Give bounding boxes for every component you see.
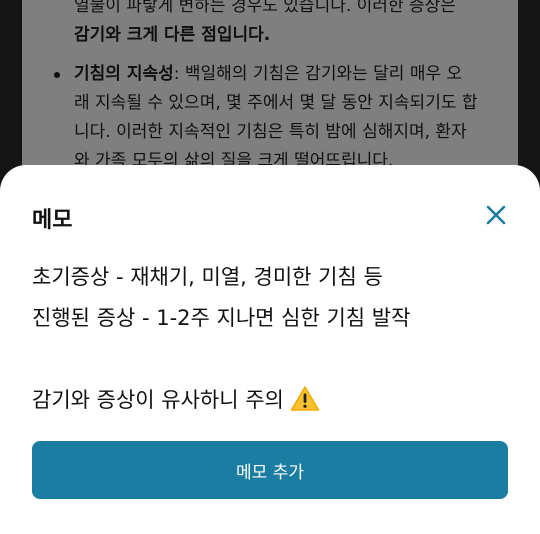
close-icon bbox=[486, 205, 506, 225]
close-button[interactable] bbox=[482, 201, 510, 229]
add-memo-button[interactable]: 메모 추가 bbox=[32, 441, 508, 499]
warning-icon bbox=[290, 385, 320, 426]
memo-line: 진행된 증상 - 1-2주 지나면 심한 기침 발작 bbox=[32, 306, 411, 330]
memo-content: 초기증상 - 재채기, 미열, 경미한 기침 등 진행된 증상 - 1-2주 지… bbox=[32, 257, 512, 426]
memo-blank-line bbox=[32, 339, 512, 380]
memo-warning-text: 감기와 증상이 유사하니 주의 bbox=[32, 388, 284, 412]
memo-warning-line: 감기와 증상이 유사하니 주의 bbox=[32, 380, 512, 426]
screen: 열물이 파랗게 변하는 경우도 있습니다. 이러한 증상은 감기와 크게 다른 … bbox=[0, 0, 540, 534]
memo-line: 초기증상 - 재채기, 미열, 경미한 기침 등 bbox=[32, 265, 383, 289]
memo-bottom-sheet: 메모 초기증상 - 재채기, 미열, 경미한 기침 등 진행된 증상 - 1-2… bbox=[0, 165, 540, 534]
sheet-title: 메모 bbox=[32, 208, 73, 233]
